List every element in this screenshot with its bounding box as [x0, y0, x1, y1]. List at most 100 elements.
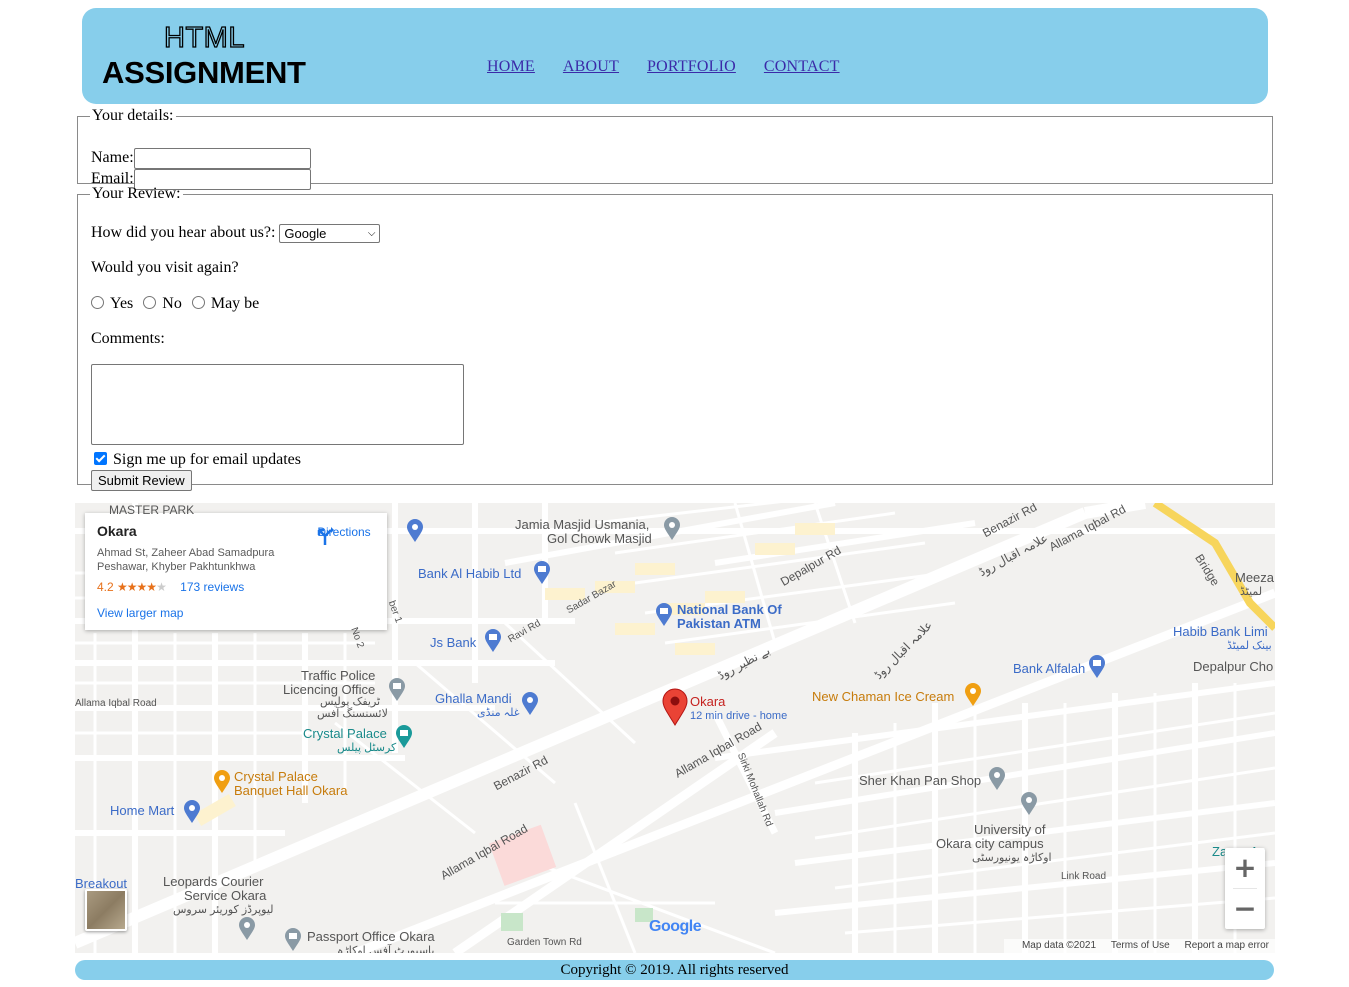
bank-icon	[1089, 655, 1105, 678]
name-row: Name:	[91, 148, 311, 169]
radio-yes-label: Yes	[110, 295, 134, 312]
place-habib-urdu: بینک لمیٹڈ	[1227, 640, 1272, 652]
road-garden-town: Garden Town Rd	[507, 937, 582, 948]
details-fieldset: Your details: Name: Email:	[77, 107, 1273, 190]
place-leopards: Leopards Courier	[163, 874, 264, 889]
logo-line2: ASSIGNMENT	[102, 55, 306, 90]
place-master-park: MASTER PARK	[109, 503, 195, 517]
nav-about-link[interactable]: ABOUT	[563, 58, 619, 76]
place-new-chaman: New Chaman Ice Cream	[812, 689, 955, 704]
zoom-control: + −	[1225, 848, 1265, 929]
place-bank-al-habib: Bank Al Habib Ltd	[418, 566, 522, 581]
place-leopards2: Service Okara	[184, 888, 267, 903]
place-banquet-hall: Banquet Hall Okara	[234, 783, 348, 798]
place-address: Ahmad St, Zaheer Abad Samadpura Peshawar…	[97, 546, 297, 574]
reviews-link[interactable]: 173 reviews	[180, 580, 244, 594]
copyright-text: Copyright © 2019. All rights reserved	[560, 962, 789, 978]
radio-maybe[interactable]	[191, 296, 205, 309]
school-icon	[1021, 792, 1037, 815]
pin-subtitle: 12 min drive - home	[690, 710, 788, 722]
report-map-error-link[interactable]: Report a map error	[1185, 940, 1269, 951]
shopping-icon	[407, 519, 423, 542]
place-info-card: Okara Ahmad St, Zaheer Abad Samadpura Pe…	[85, 513, 387, 630]
place-leopards-urdu: لیوپرڈز کوریئر سروس	[173, 904, 274, 916]
submit-review-button[interactable]: Submit Review	[91, 470, 192, 491]
place-depalpur-cho: Depalpur Cho	[1193, 659, 1274, 674]
place-address-line2: Peshawar, Khyber Pakhtunkhwa	[97, 561, 256, 573]
hear-select-value: Google	[284, 226, 327, 241]
hear-row: How did you hear about us?: Google ⌵	[91, 224, 381, 243]
comments-textarea[interactable]	[91, 364, 464, 445]
embedded-map[interactable]: Okara Ahmad St, Zaheer Abad Samadpura Pe…	[75, 503, 1275, 953]
nav-portfolio-link[interactable]: PORTFOLIO	[647, 58, 736, 76]
google-logo: Google	[649, 918, 702, 936]
restaurant-icon	[214, 770, 230, 793]
place-js-bank: Js Bank	[430, 635, 477, 650]
review-legend: Your Review:	[92, 185, 181, 202]
logo-line1: HTML	[163, 21, 245, 54]
satellite-toggle[interactable]	[85, 889, 127, 931]
place-title: Okara	[97, 523, 137, 539]
place-nbp: National Bank Of	[677, 602, 782, 617]
place-meezan-urdu: لمیٹڈ	[1240, 586, 1263, 598]
pin-title: Okara	[690, 694, 726, 709]
location-pin-icon[interactable]	[662, 688, 688, 726]
place-uni: University of	[974, 822, 1046, 837]
google-logo-text: Google	[649, 918, 702, 935]
review-fieldset: Your Review: How did you hear about us?:…	[77, 185, 1273, 491]
map-attribution: Map data ©2021 Terms of Use Report a map…	[1003, 939, 1275, 953]
road-iqbal-left: Allama Iqbal Road	[75, 698, 157, 709]
nav-home-link[interactable]: HOME	[487, 58, 535, 76]
radio-no-label: No	[162, 295, 182, 312]
restaurant-icon	[965, 683, 981, 706]
place-crystal-urdu: کرسٹل پیلس	[337, 742, 397, 754]
directions-button[interactable]: Directions	[314, 525, 374, 545]
signup-row: Sign me up for email updates	[94, 451, 301, 469]
atm-icon	[656, 603, 672, 626]
place-address-line1: Ahmad St, Zaheer Abad Samadpura	[97, 547, 275, 559]
place-nbp2: Pakistan ATM	[677, 616, 761, 631]
map-data-text: Map data ©2021	[1021, 940, 1097, 951]
place-jamia-masjid: Jamia Masjid Usmania,	[515, 517, 650, 532]
chevron-down-icon: ⌵	[367, 228, 376, 239]
hear-label: How did you hear about us?:	[91, 224, 276, 242]
office-icon	[389, 678, 405, 701]
nav-contact-link[interactable]: CONTACT	[764, 58, 840, 76]
hear-select[interactable]: Google ⌵	[279, 224, 381, 243]
road-link: Link Road	[1061, 871, 1107, 882]
rating-value: 4.2	[97, 580, 114, 594]
place-passport: Passport Office Okara	[307, 929, 435, 944]
signup-label: Sign me up for email updates	[113, 451, 301, 468]
place-ghalla-mandi: Ghalla Mandi	[435, 691, 512, 706]
place-icon	[989, 767, 1005, 790]
place-home-mart: Home Mart	[110, 803, 175, 818]
radio-no[interactable]	[143, 296, 157, 309]
place-traffic-police: Traffic Police	[301, 668, 376, 683]
signup-checkbox[interactable]	[94, 452, 107, 465]
office-icon	[285, 928, 301, 951]
directions-icon	[317, 527, 334, 545]
site-logo[interactable]: HTML ASSIGNMENT	[102, 21, 317, 90]
view-larger-map-link[interactable]: View larger map	[97, 606, 183, 620]
name-input[interactable]	[133, 148, 311, 169]
comments-label: Comments:	[91, 330, 165, 347]
place-crystal-banquet: Crystal Palace	[234, 769, 318, 784]
zoom-in-button[interactable]: +	[1225, 848, 1265, 888]
place-crystal-palace: Crystal Palace	[303, 726, 387, 741]
place-uni2: Okara city campus	[936, 836, 1044, 851]
lodging-icon	[396, 725, 412, 748]
place-passport-urdu: پاسپورٹ آفس اوکاڑہ	[337, 945, 435, 953]
place-icon	[239, 917, 255, 940]
zoom-out-button[interactable]: −	[1225, 889, 1265, 929]
radio-yes[interactable]	[91, 296, 104, 309]
place-gol-chowk: Gol Chowk Masjid	[547, 531, 652, 546]
terms-of-use-link[interactable]: Terms of Use	[1111, 940, 1170, 951]
details-legend: Your details:	[92, 107, 174, 124]
rating-empty-star: ★	[156, 580, 167, 594]
main-nav: HOME ABOUT PORTFOLIO CONTACT	[487, 58, 868, 76]
site-footer: Copyright © 2019. All rights reserved	[75, 960, 1274, 980]
shopping-icon	[184, 800, 200, 823]
place-ghalla-urdu: غلہ منڈی	[477, 707, 520, 719]
rating-stars: ★★★★	[117, 580, 157, 594]
shopping-icon	[522, 692, 538, 715]
